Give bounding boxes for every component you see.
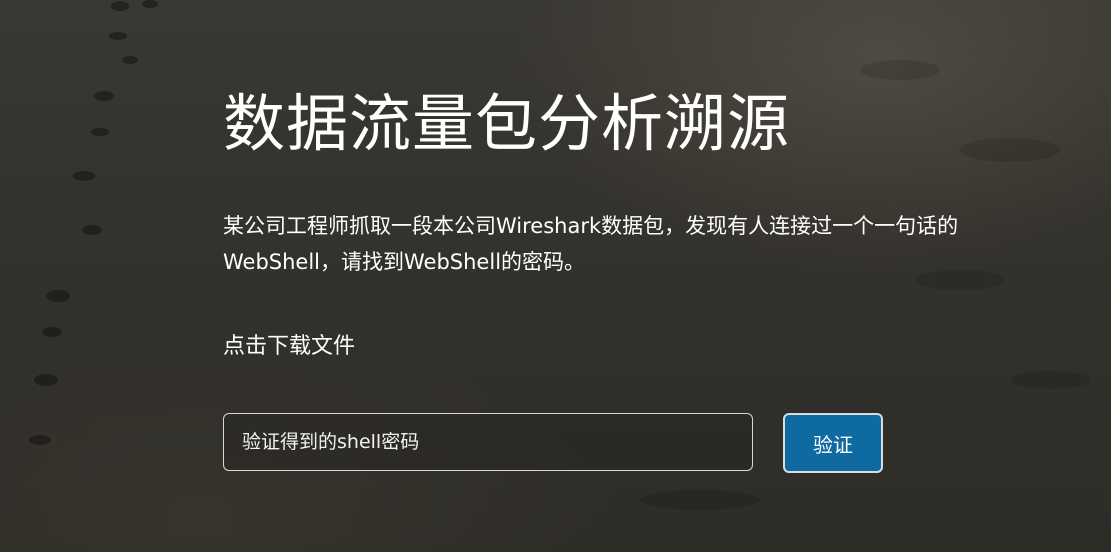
shell-password-input[interactable] — [223, 413, 753, 471]
page-title: 数据流量包分析溯源 — [223, 87, 791, 160]
download-file-link[interactable]: 点击下载文件 — [223, 330, 355, 364]
verify-button[interactable]: 验证 — [783, 413, 883, 473]
challenge-description: 某公司工程师抓取一段本公司Wireshark数据包，发现有人连接过一个一句话的W… — [223, 214, 959, 274]
